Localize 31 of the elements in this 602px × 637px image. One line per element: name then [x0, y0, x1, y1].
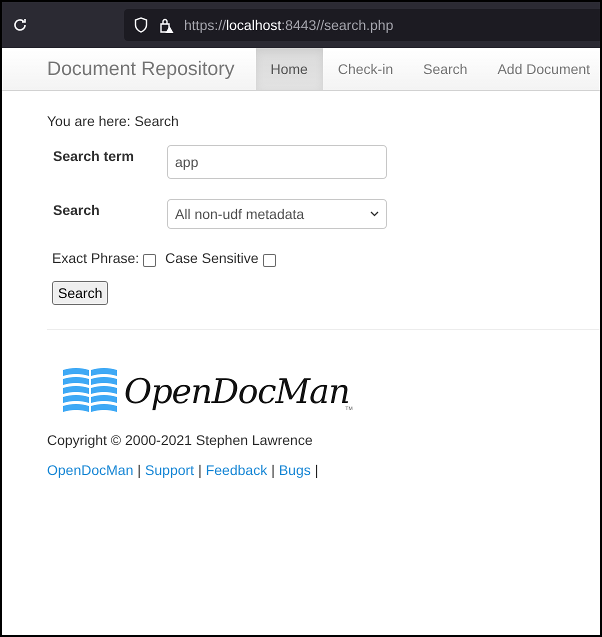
footer-link[interactable]: Bugs	[278, 462, 311, 478]
separator: |	[137, 462, 142, 478]
breadcrumb: You are here: Search	[47, 113, 180, 129]
field-label: Search	[53, 201, 101, 218]
nav-tab[interactable]: Home	[256, 48, 323, 90]
search-field[interactable]: app	[167, 145, 387, 179]
separator: |	[198, 462, 202, 478]
footer-link[interactable]: OpenDocMan	[47, 462, 134, 478]
reload-icon[interactable]	[12, 17, 28, 33]
site-title[interactable]: Document Repository	[47, 58, 234, 80]
address-bar[interactable]: https://localhost:8443//search.php	[124, 9, 600, 41]
footer-link[interactable]: Feedback	[206, 462, 268, 478]
separator: |	[314, 462, 318, 478]
lock-warning-icon[interactable]	[158, 17, 174, 33]
search-button[interactable]: Search	[52, 281, 108, 305]
separator: |	[271, 462, 275, 478]
checkbox-label: Case Sensitive	[165, 250, 259, 266]
chevron-icon	[370, 211, 379, 217]
nav-tab[interactable]: Add Document	[482, 48, 600, 90]
url-text[interactable]: https://localhost:8443//search.php	[184, 17, 394, 33]
copyright-text: Copyright © 2000-2021 Stephen Lawrence	[47, 432, 314, 448]
checkbox[interactable]	[143, 254, 156, 267]
checkbox-label: Exact Phrase:	[52, 250, 140, 266]
footer-link[interactable]: Support	[145, 462, 194, 478]
shield-icon[interactable]	[134, 17, 148, 33]
book-icon	[62, 366, 118, 412]
nav-tab[interactable]: Search	[408, 48, 482, 90]
field-label: Search term	[53, 147, 135, 164]
search-select[interactable]: All non-udf metadata	[167, 199, 387, 229]
nav-tab[interactable]: Check-in	[322, 48, 408, 90]
checkbox[interactable]	[262, 254, 276, 267]
